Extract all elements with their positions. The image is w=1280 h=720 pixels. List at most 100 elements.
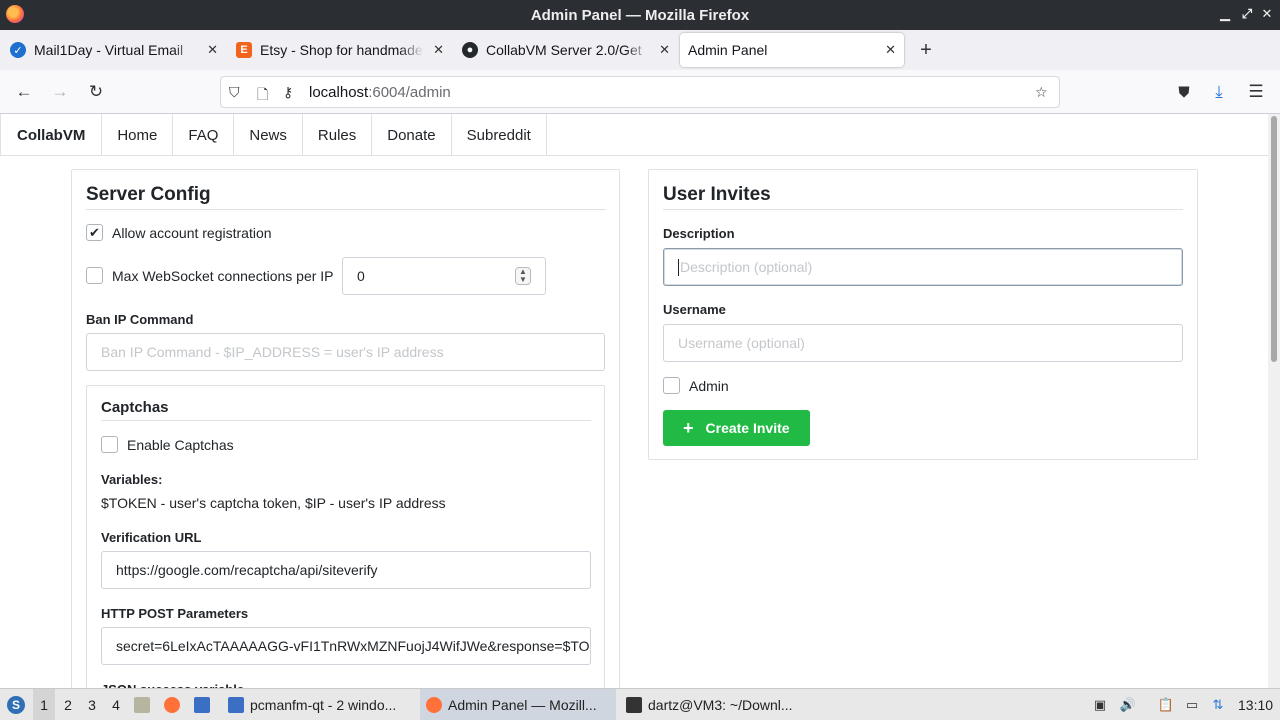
enable-captchas-checkbox[interactable] — [101, 436, 118, 453]
window-title: Admin Panel — Mozilla Firefox — [530, 6, 750, 24]
description-placeholder: Description (optional) — [680, 259, 813, 275]
file-manager-launcher-icon[interactable] — [134, 689, 156, 720]
allow-registration-checkbox[interactable]: ✔ — [86, 224, 103, 241]
number-spinner-icon[interactable]: ▲ ▼ — [515, 267, 531, 285]
clock[interactable]: 13:10 — [1238, 689, 1273, 720]
server-config-panel: Server Config ✔ Allow account registrati… — [71, 169, 620, 705]
shield-icon[interactable]: ⛉ — [229, 84, 240, 101]
close-tab-icon[interactable]: ✕ — [207, 42, 218, 58]
admin-checkbox[interactable] — [663, 377, 680, 394]
key-icon[interactable]: ⚷ — [283, 84, 293, 101]
ban-ip-label: Ban IP Command — [86, 312, 194, 327]
window-label: pcmanfm-qt - 2 windo... — [250, 697, 397, 713]
back-icon[interactable]: ← — [13, 81, 35, 103]
close-tab-icon[interactable]: ✕ — [885, 42, 896, 58]
window-label: dartz@VM3: ~/Downl... — [648, 697, 793, 713]
http-post-value: secret=6LeIxAcTAAAAAGG-vFI1TnRWxMZNFuojJ… — [116, 638, 591, 654]
divider — [101, 420, 591, 421]
restore-icon[interactable]: ⤢ — [1240, 6, 1254, 22]
nav-donate[interactable]: Donate — [372, 114, 452, 156]
divider — [86, 209, 606, 210]
http-post-label: HTTP POST Parameters — [101, 606, 249, 621]
tab-admin-panel[interactable]: Admin Panel ✕ — [680, 33, 904, 67]
tab-strip: ✓ Mail1Day - Virtual Email ✕ E Etsy - Sh… — [0, 30, 1280, 70]
folder-icon — [228, 697, 244, 713]
site-nav: CollabVM Home FAQ News Rules Donate Subr… — [0, 114, 1268, 156]
tray-app-icon[interactable]: ▣ — [1092, 697, 1108, 713]
page-scrollbar[interactable] — [1268, 114, 1280, 688]
admin-label: Admin — [689, 378, 729, 394]
firefox-icon — [426, 697, 442, 713]
max-ws-label: Max WebSocket connections per IP — [112, 268, 334, 284]
pocket-icon[interactable]: ⛊ — [1173, 81, 1195, 103]
taskbar-window-pcmanfm[interactable]: pcmanfm-qt - 2 windo... — [222, 689, 416, 720]
description-label: Description — [663, 226, 735, 241]
nav-home[interactable]: Home — [102, 114, 174, 156]
mail1day-icon: ✓ — [10, 42, 26, 58]
username-placeholder: Username (optional) — [678, 335, 805, 351]
tab-github[interactable]: ● CollabVM Server 2.0/Get ✕ — [454, 33, 678, 67]
menu-icon[interactable]: ☰ — [1245, 81, 1267, 103]
network-icon[interactable]: ⇅ — [1210, 697, 1226, 713]
tab-etsy[interactable]: E Etsy - Shop for handmade ✕ — [228, 33, 452, 67]
terminal-icon — [626, 697, 642, 713]
firefox-launcher-icon[interactable] — [164, 689, 186, 720]
window-titlebar: Admin Panel — Mozilla Firefox ▁ ⤢ ✕ — [0, 0, 1280, 30]
reload-icon[interactable]: ↻ — [85, 81, 107, 103]
volume-icon[interactable]: 🔊 — [1120, 697, 1136, 713]
verification-url-input[interactable]: https://google.com/recaptcha/api/sitever… — [101, 551, 591, 589]
workspace-4[interactable]: 4 — [105, 689, 127, 720]
url-host: localhost — [309, 84, 369, 101]
text-caret — [678, 258, 679, 276]
workspace-2[interactable]: 2 — [57, 689, 79, 720]
enable-captchas-label: Enable Captchas — [127, 437, 234, 453]
tab-label: CollabVM Server 2.0/Get — [486, 42, 642, 58]
clipboard-icon[interactable]: 📋 — [1158, 697, 1174, 713]
tab-label: Etsy - Shop for handmade — [260, 42, 423, 58]
max-ws-input[interactable]: 0 ▲ ▼ — [342, 257, 546, 295]
divider — [663, 209, 1183, 210]
user-invites-title: User Invites — [663, 184, 771, 205]
nav-brand[interactable]: CollabVM — [0, 114, 103, 156]
url-text: localhost:6004/admin — [309, 84, 451, 101]
captchas-title: Captchas — [101, 399, 169, 416]
close-tab-icon[interactable]: ✕ — [433, 42, 444, 58]
ban-ip-input[interactable]: Ban IP Command - $IP_ADDRESS = user's IP… — [86, 333, 605, 371]
max-ws-checkbox[interactable] — [86, 267, 103, 284]
scrollbar-thumb[interactable] — [1271, 116, 1277, 362]
allow-registration-label: Allow account registration — [112, 225, 272, 241]
create-invite-button[interactable]: + Create Invite — [663, 410, 810, 446]
minimize-icon[interactable]: ▁ — [1218, 6, 1232, 22]
verification-url-label: Verification URL — [101, 530, 202, 545]
etsy-icon: E — [236, 42, 252, 58]
close-tab-icon[interactable]: ✕ — [659, 42, 670, 58]
tab-label: Mail1Day - Virtual Email — [34, 42, 184, 58]
forward-icon[interactable]: → — [49, 81, 71, 103]
taskbar-window-terminal[interactable]: dartz@VM3: ~/Downl... — [620, 689, 816, 720]
ban-ip-placeholder: Ban IP Command - $IP_ADDRESS = user's IP… — [101, 344, 444, 360]
taskbar-window-firefox[interactable]: Admin Panel — Mozill... — [420, 689, 616, 720]
close-window-icon[interactable]: ✕ — [1260, 6, 1274, 22]
github-icon: ● — [462, 42, 478, 58]
tab-mail1day[interactable]: ✓ Mail1Day - Virtual Email ✕ — [2, 33, 226, 67]
start-menu-icon[interactable]: S — [4, 689, 28, 720]
window-label: Admin Panel — Mozill... — [448, 697, 597, 713]
workspace-3[interactable]: 3 — [81, 689, 103, 720]
bookmark-star-icon[interactable]: ☆ — [1035, 84, 1048, 101]
nav-subreddit[interactable]: Subreddit — [452, 114, 547, 156]
downloads-icon[interactable]: ⤓ — [1208, 81, 1230, 103]
username-input[interactable]: Username (optional) — [663, 324, 1183, 362]
url-bar[interactable]: ⛉ 🗋 ⚷ localhost:6004/admin ☆ — [220, 76, 1060, 108]
workspace-1[interactable]: 1 — [33, 689, 55, 720]
new-tab-icon[interactable]: + — [912, 36, 940, 64]
nav-faq[interactable]: FAQ — [173, 114, 235, 156]
http-post-input[interactable]: secret=6LeIxAcTAAAAAGG-vFI1TnRWxMZNFuojJ… — [101, 627, 591, 665]
nav-news[interactable]: News — [234, 114, 303, 156]
desktop-launcher-icon[interactable] — [194, 689, 216, 720]
nav-rules[interactable]: Rules — [303, 114, 373, 156]
username-label: Username — [663, 302, 726, 317]
max-ws-value: 0 — [357, 268, 365, 284]
page-icon[interactable]: 🗋 — [257, 84, 268, 108]
screen-icon[interactable]: ▭ — [1184, 697, 1200, 713]
description-input[interactable]: Description (optional) — [663, 248, 1183, 286]
